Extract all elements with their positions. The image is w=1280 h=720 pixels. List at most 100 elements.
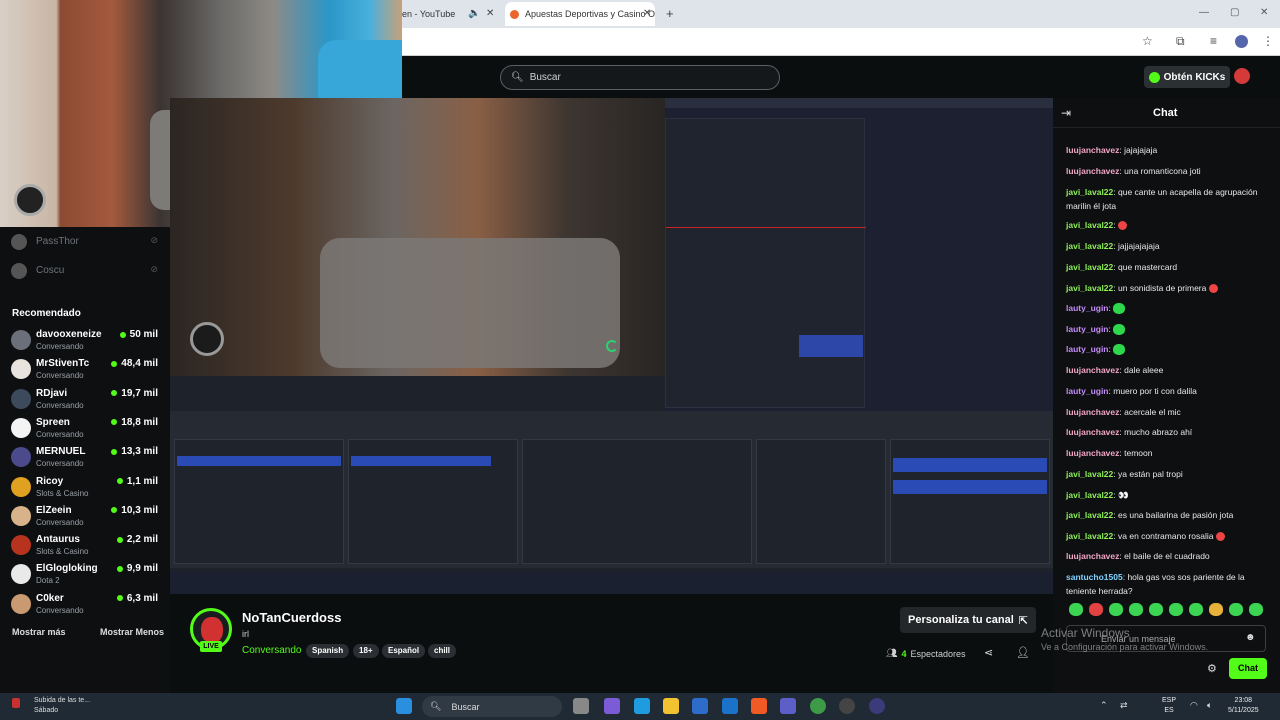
clock[interactable]: 23:08 5/11/2025	[1228, 696, 1259, 716]
wifi-icon[interactable]: ◠	[1190, 700, 1198, 711]
show-more-button[interactable]: Mostrar más	[12, 627, 66, 637]
minimize-button[interactable]: —	[1199, 7, 1209, 18]
outlook-icon[interactable]	[722, 698, 738, 714]
sidebar-item-elglogloking[interactable]: ElGlogloking Dota 2 9,9 mil	[0, 559, 170, 588]
tray-chevron-icon[interactable]: ⌃	[1100, 700, 1108, 711]
chat-username[interactable]: javi_laval22	[1066, 187, 1113, 197]
emote-icon[interactable]	[1069, 603, 1083, 616]
collapse-chat-icon[interactable]: ⇥	[1061, 106, 1071, 120]
chat-username[interactable]: luujanchavez	[1066, 551, 1119, 561]
edge-icon[interactable]	[634, 698, 650, 714]
maximize-button[interactable]: ▢	[1230, 7, 1239, 18]
volume-icon[interactable]: 🔈︎	[1207, 700, 1212, 711]
tab-close-icon[interactable]: ✕	[486, 8, 494, 19]
copilot-icon[interactable]	[604, 698, 620, 714]
network-icon[interactable]: ⇄	[1120, 700, 1128, 711]
obs-icon[interactable]	[839, 698, 855, 714]
favicon-icon	[510, 9, 519, 19]
taskbar-notification[interactable]: Subida de las te... Sábado	[12, 696, 102, 716]
task-view-icon[interactable]	[573, 698, 589, 714]
chat-username[interactable]: luujanchavez	[1066, 448, 1119, 458]
tab-close-icon[interactable]: ✕	[643, 8, 651, 19]
video-player[interactable]	[170, 98, 1053, 594]
search-input[interactable]: 🔍︎ Buscar	[500, 65, 780, 90]
chat-username[interactable]: luujanchavez	[1066, 365, 1119, 375]
chat-username[interactable]: javi_laval22	[1066, 469, 1113, 479]
emote-icon[interactable]	[1209, 603, 1223, 616]
get-kicks-button[interactable]: Obtén KICKs	[1144, 66, 1230, 88]
chat-username[interactable]: javi_laval22	[1066, 283, 1113, 293]
sidebar-item-rdjavi[interactable]: RDjavi Conversando 19,7 mil	[0, 384, 170, 413]
chat-username[interactable]: lauty_ugin	[1066, 303, 1109, 313]
emote-icon[interactable]	[1109, 603, 1123, 616]
stream-category[interactable]: Conversando	[242, 645, 301, 656]
sidebar-item-c0ker[interactable]: C0ker Conversando 6,3 mil	[0, 589, 170, 618]
chat-username[interactable]: luujanchavez	[1066, 145, 1119, 155]
chat-text: mucho abrazo ahí	[1124, 427, 1193, 437]
extensions-icon[interactable]: ⧉	[1176, 34, 1185, 49]
chat-username[interactable]: javi_laval22	[1066, 220, 1113, 230]
start-menu-icon[interactable]	[396, 698, 412, 714]
emote-icon[interactable]	[1249, 603, 1263, 616]
chat-text: jajjajajajaja	[1118, 241, 1160, 251]
store-icon[interactable]	[692, 698, 708, 714]
send-chat-button[interactable]: Chat	[1229, 658, 1267, 679]
new-tab-button[interactable]: +	[666, 6, 674, 21]
sidebar-item-mrstiventc[interactable]: MrStivenTc Conversando 48,4 mil	[0, 354, 170, 383]
sidebar-item-davooxeneize[interactable]: davooxeneize Conversando 50 mil	[0, 325, 170, 354]
tag-chill[interactable]: chill	[428, 644, 457, 658]
chrome-icon[interactable]	[810, 698, 826, 714]
tag-18plus[interactable]: 18+	[353, 644, 379, 658]
sidebar-item-elzeein[interactable]: ElZeein Conversando 10,3 mil	[0, 501, 170, 530]
chat-username[interactable]: javi_laval22	[1066, 262, 1113, 272]
emote-icon[interactable]	[1189, 603, 1203, 616]
show-less-button[interactable]: Mostrar Menos	[100, 627, 164, 637]
tag-spanish[interactable]: Spanish	[306, 644, 350, 658]
chat-username[interactable]: luujanchavez	[1066, 407, 1119, 417]
chat-username[interactable]: lauty_ugin	[1066, 344, 1109, 354]
emote-icon[interactable]	[1169, 603, 1183, 616]
app-icon[interactable]	[869, 698, 885, 714]
emote-icon[interactable]	[1089, 603, 1103, 616]
tag-espanol[interactable]: Español	[382, 644, 426, 658]
gift-sub-icon[interactable]: 👤︎	[1016, 646, 1030, 659]
chat-username[interactable]: luujanchavez	[1066, 427, 1119, 437]
chat-username[interactable]: javi_laval22	[1066, 241, 1113, 251]
brave-icon[interactable]	[751, 698, 767, 714]
chat-username[interactable]: lauty_ugin	[1066, 386, 1109, 396]
avatar	[11, 417, 31, 438]
sidebar-item-coscu[interactable]: Coscu ⊘	[0, 256, 170, 285]
sidebar-item-ricoy[interactable]: Ricoy Slots & Casino 1,1 mil	[0, 472, 170, 501]
emote-icon[interactable]	[1129, 603, 1143, 616]
chat-username[interactable]: lauty_ugin	[1066, 324, 1109, 334]
profile-icon[interactable]	[1235, 35, 1248, 48]
reading-list-icon[interactable]: ≡	[1210, 34, 1217, 48]
file-explorer-icon[interactable]	[663, 698, 679, 714]
chat-username[interactable]: javi_laval22	[1066, 490, 1113, 500]
chat-settings-gear-icon[interactable]: ⚙	[1207, 662, 1217, 675]
chat-username[interactable]: luujanchavez	[1066, 166, 1119, 176]
sidebar-item-mernuel[interactable]: MERNUEL Conversando 13,3 mil	[0, 442, 170, 471]
menu-dots-icon[interactable]: ⋮	[1262, 34, 1274, 48]
sidebar-item-spreen[interactable]: Spreen Conversando 18,8 mil	[0, 413, 170, 442]
mute-icon[interactable]: 🔈	[468, 8, 480, 19]
language-indicator[interactable]: ESP ES	[1162, 696, 1176, 716]
close-window-button[interactable]: ✕	[1260, 7, 1268, 18]
channel-category: Slots & Casino	[36, 488, 89, 498]
teams-icon[interactable]	[780, 698, 796, 714]
taskbar-search-input[interactable]: 🔍︎ Buscar	[422, 696, 562, 717]
emoji-picker-icon[interactable]: ☻	[1245, 632, 1256, 643]
emote-icon[interactable]	[1229, 603, 1243, 616]
chat-username[interactable]: javi_laval22	[1066, 510, 1113, 520]
channel-name[interactable]: NoTanCuerdoss	[242, 610, 341, 625]
bookmark-star-icon[interactable]: ☆	[1142, 34, 1153, 48]
tab-apuestas[interactable]: Apuestas Deportivas y Casino O	[505, 2, 655, 26]
emote-icon[interactable]	[1149, 603, 1163, 616]
customize-channel-button[interactable]: Personaliza tu canal ⇱	[900, 607, 1036, 633]
chat-username[interactable]: santucho1505	[1066, 572, 1123, 582]
share-icon[interactable]: ⋖	[984, 646, 993, 659]
sidebar-item-passthor[interactable]: PassThor ⊘	[0, 227, 170, 256]
chat-username[interactable]: javi_laval22	[1066, 531, 1113, 541]
user-avatar[interactable]	[1234, 68, 1250, 84]
sidebar-item-antaurus[interactable]: Antaurus Slots & Casino 2,2 mil	[0, 530, 170, 559]
